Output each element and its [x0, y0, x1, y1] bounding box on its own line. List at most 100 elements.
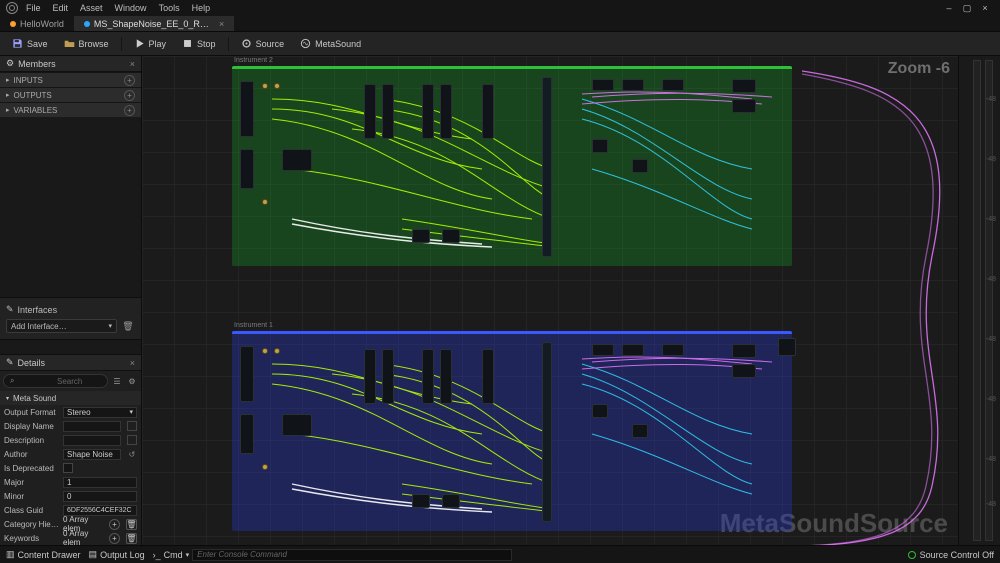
- tab-level[interactable]: HelloWorld: [0, 16, 74, 31]
- settings-icon[interactable]: ⚙: [126, 375, 138, 387]
- filter-icon[interactable]: ☰: [111, 375, 123, 387]
- menu-window[interactable]: Window: [115, 3, 147, 13]
- details-search-input[interactable]: ⌕ Search: [3, 374, 108, 388]
- graph-node[interactable]: [440, 84, 452, 139]
- window-maximize[interactable]: ▢: [958, 3, 976, 14]
- graph-node[interactable]: [732, 79, 756, 93]
- localize-flag-icon[interactable]: [127, 435, 137, 445]
- output-log-button[interactable]: ▤ Output Log: [89, 549, 145, 560]
- chevron-down-icon[interactable]: ▾: [186, 551, 190, 559]
- interface-trash-button[interactable]: 🗑: [121, 319, 135, 333]
- metasound-button[interactable]: MetaSound: [294, 36, 367, 51]
- reroute-pin[interactable]: [274, 83, 280, 89]
- add-input-button[interactable]: +: [124, 75, 135, 86]
- graph-node[interactable]: [364, 349, 376, 404]
- is-deprecated-checkbox[interactable]: [63, 463, 73, 473]
- menu-edit[interactable]: Edit: [53, 3, 69, 13]
- graph-node[interactable]: [412, 494, 430, 508]
- graph-node[interactable]: [592, 139, 608, 153]
- content-drawer-button[interactable]: ▥ Content Drawer: [6, 549, 81, 560]
- tab-close-icon[interactable]: ×: [219, 19, 224, 29]
- save-button[interactable]: Save: [6, 36, 54, 51]
- window-close[interactable]: ×: [976, 3, 994, 13]
- graph-node[interactable]: [542, 342, 552, 522]
- description-input[interactable]: [63, 435, 121, 446]
- graph-canvas[interactable]: Zoom -6 MetaSoundSource Instrument 2: [142, 56, 958, 545]
- menu-file[interactable]: File: [26, 3, 41, 13]
- stop-button[interactable]: Stop: [176, 36, 222, 51]
- members-tab[interactable]: ⚙ Members ×: [0, 56, 141, 72]
- section-inputs[interactable]: ▸ INPUTS +: [0, 72, 141, 87]
- source-control-button[interactable]: Source Control Off: [908, 550, 994, 560]
- major-input[interactable]: 1: [63, 477, 137, 488]
- add-variable-button[interactable]: +: [124, 105, 135, 116]
- graph-node[interactable]: [542, 77, 552, 257]
- reroute-pin[interactable]: [262, 348, 268, 354]
- reroute-pin[interactable]: [262, 199, 268, 205]
- graph-node[interactable]: [442, 229, 460, 243]
- members-close-icon[interactable]: ×: [130, 59, 135, 69]
- graph-node[interactable]: [282, 414, 312, 436]
- add-output-button[interactable]: +: [124, 90, 135, 101]
- details-close-icon[interactable]: ×: [130, 358, 135, 368]
- array-add-button[interactable]: +: [109, 533, 120, 544]
- reroute-pin[interactable]: [262, 83, 268, 89]
- graph-node[interactable]: [732, 344, 756, 358]
- graph-node[interactable]: [282, 149, 312, 171]
- graph-node[interactable]: [422, 349, 434, 404]
- reroute-pin[interactable]: [262, 464, 268, 470]
- graph-node[interactable]: [412, 229, 430, 243]
- graph-node[interactable]: [382, 84, 394, 139]
- graph-node[interactable]: [622, 344, 644, 356]
- graph-node[interactable]: [632, 159, 648, 173]
- browse-button[interactable]: Browse: [58, 36, 115, 51]
- play-button[interactable]: Play: [128, 36, 173, 51]
- graph-node[interactable]: [662, 344, 684, 356]
- graph-node[interactable]: [662, 79, 684, 91]
- graph-node[interactable]: [382, 349, 394, 404]
- graph-node[interactable]: [240, 81, 254, 137]
- meter-tick: -48: [986, 456, 996, 463]
- graph-node[interactable]: [442, 494, 460, 508]
- source-button[interactable]: Source: [235, 36, 291, 51]
- window-minimize[interactable]: –: [940, 3, 958, 13]
- reset-icon[interactable]: ↺: [127, 449, 137, 459]
- graph-node[interactable]: [632, 424, 648, 438]
- graph-node[interactable]: [732, 364, 756, 378]
- array-clear-button[interactable]: 🗑: [126, 519, 137, 530]
- menu-asset[interactable]: Asset: [80, 3, 103, 13]
- graph-node[interactable]: [440, 349, 452, 404]
- graph-node[interactable]: [482, 349, 494, 404]
- display-name-input[interactable]: [63, 421, 121, 432]
- graph-node[interactable]: [482, 84, 494, 139]
- graph-node[interactable]: [240, 346, 254, 402]
- section-outputs[interactable]: ▸ OUTPUTS +: [0, 87, 141, 102]
- output-format-dropdown[interactable]: Stereo ▾: [63, 407, 137, 418]
- author-input[interactable]: Shape Noise: [63, 449, 121, 460]
- details-tab[interactable]: ✎ Details ×: [0, 355, 141, 371]
- menu-help[interactable]: Help: [192, 3, 211, 13]
- graph-region-top[interactable]: Instrument 2: [232, 66, 792, 266]
- tab-metasound-asset[interactable]: MS_ShapeNoise_EE_0_R… ×: [74, 16, 234, 31]
- graph-node[interactable]: [732, 99, 756, 113]
- reroute-pin[interactable]: [274, 348, 280, 354]
- localize-flag-icon[interactable]: [127, 421, 137, 431]
- graph-output-node[interactable]: [778, 338, 796, 356]
- graph-region-bottom[interactable]: Instrument 1: [232, 331, 792, 531]
- add-interface-dropdown[interactable]: Add Interface… ▾: [6, 319, 117, 333]
- section-variables[interactable]: ▸ VARIABLES +: [0, 102, 141, 117]
- graph-node[interactable]: [622, 79, 644, 91]
- menu-tools[interactable]: Tools: [159, 3, 180, 13]
- category-metasound[interactable]: ▾ Meta Sound: [0, 391, 141, 405]
- graph-node[interactable]: [592, 344, 614, 356]
- array-clear-button[interactable]: 🗑: [126, 533, 137, 544]
- graph-node[interactable]: [592, 79, 614, 91]
- minor-input[interactable]: 0: [63, 491, 137, 502]
- graph-node[interactable]: [422, 84, 434, 139]
- graph-node[interactable]: [240, 414, 254, 454]
- graph-node[interactable]: [592, 404, 608, 418]
- console-input[interactable]: Enter Console Command: [192, 549, 512, 561]
- graph-node[interactable]: [364, 84, 376, 139]
- graph-node[interactable]: [240, 149, 254, 189]
- array-add-button[interactable]: +: [109, 519, 120, 530]
